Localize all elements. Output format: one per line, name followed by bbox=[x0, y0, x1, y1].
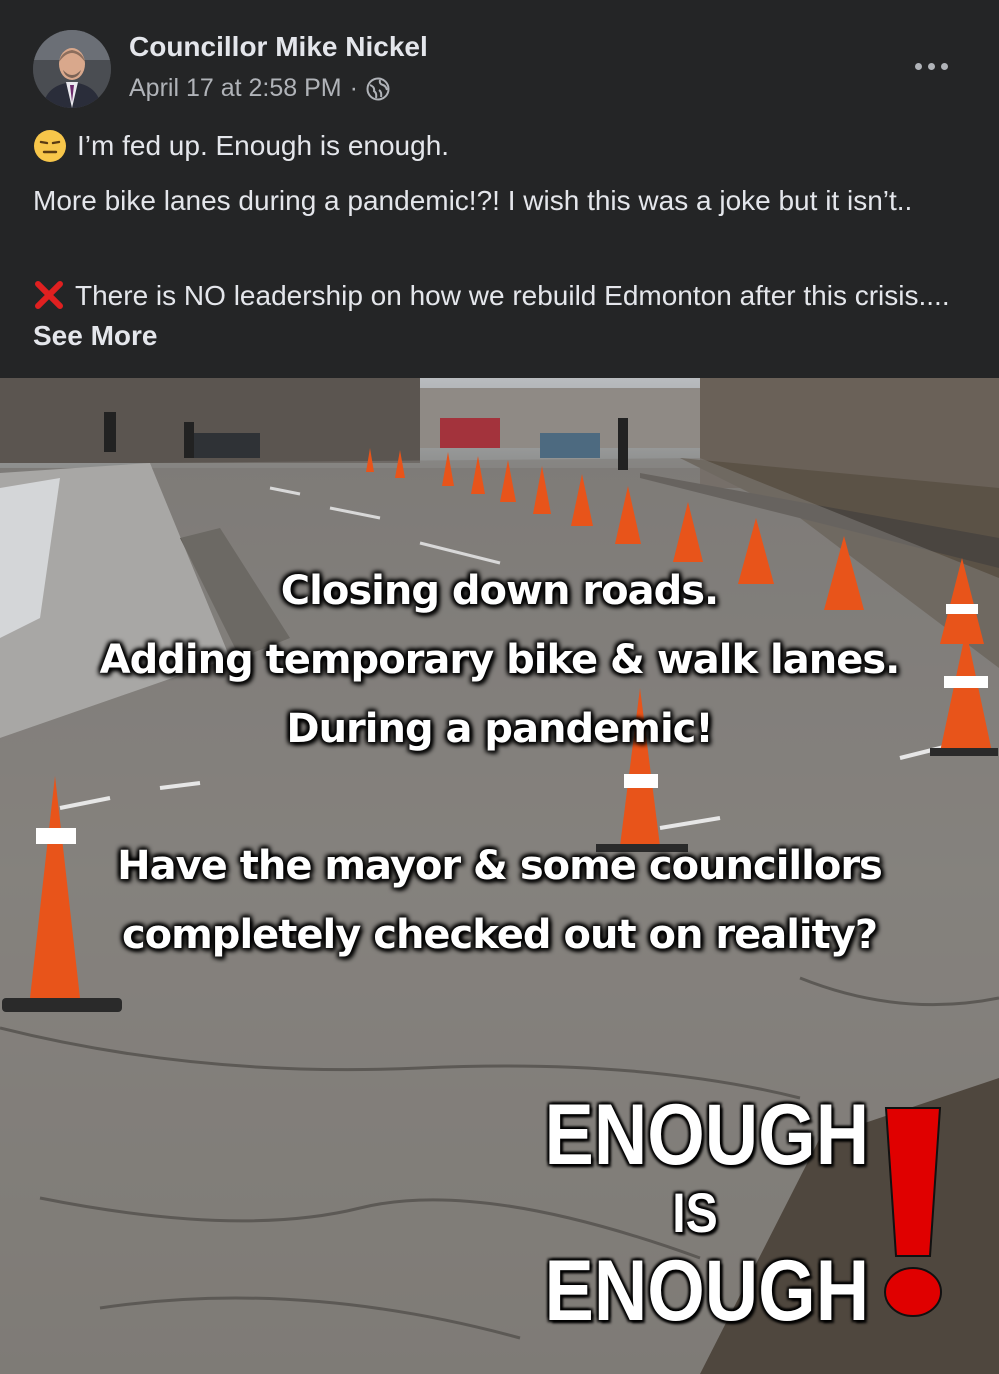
post-text-fed-up: I’m fed up. Enough is enough. bbox=[77, 130, 450, 161]
post-timestamp[interactable]: April 17 at 2:58 PM bbox=[129, 74, 342, 103]
enough-is-text: IS bbox=[672, 1181, 718, 1244]
enough-bottom-text: ENOUGH bbox=[544, 1243, 870, 1339]
caption-line-1: Closing down roads. bbox=[280, 568, 719, 614]
post-text-line-2: More bike lanes during a pandemic!?! I w… bbox=[33, 185, 913, 216]
post-image[interactable]: Closing down roads. Adding temporary bik… bbox=[0, 378, 999, 1374]
dot-icon bbox=[914, 62, 922, 70]
avatar[interactable] bbox=[33, 30, 111, 108]
caption-line-5: completely checked out on reality? bbox=[121, 912, 878, 958]
post-text-leadership: There is NO leadership on how we rebuild… bbox=[75, 280, 950, 311]
post-header: Councillor Mike Nickel April 17 at 2:58 … bbox=[0, 0, 999, 378]
more-options-button[interactable] bbox=[908, 52, 954, 80]
dot-icon bbox=[927, 62, 935, 70]
see-more-link[interactable]: See More bbox=[33, 320, 158, 351]
expressionless-face-icon bbox=[34, 130, 66, 162]
enough-top-text: ENOUGH bbox=[544, 1087, 870, 1183]
avatar-image bbox=[33, 30, 111, 108]
cross-mark-icon bbox=[35, 281, 63, 309]
caption-line-3: During a pandemic! bbox=[286, 706, 713, 752]
post-text-line-1: I’m fed up. Enough is enough. bbox=[33, 126, 449, 166]
post-text-line-3: There is NO leadership on how we rebuild… bbox=[33, 276, 963, 356]
post-meta: April 17 at 2:58 PM · bbox=[129, 74, 390, 103]
meta-separator: · bbox=[349, 74, 358, 102]
globe-icon[interactable] bbox=[366, 77, 390, 101]
dot-icon bbox=[940, 62, 948, 70]
author-name[interactable]: Councillor Mike Nickel bbox=[129, 31, 428, 63]
exclamation-mark-icon bbox=[884, 1107, 942, 1317]
caption-line-4: Have the mayor & some councillors bbox=[117, 843, 883, 889]
caption-line-2: Adding temporary bike & walk lanes. bbox=[99, 637, 901, 683]
